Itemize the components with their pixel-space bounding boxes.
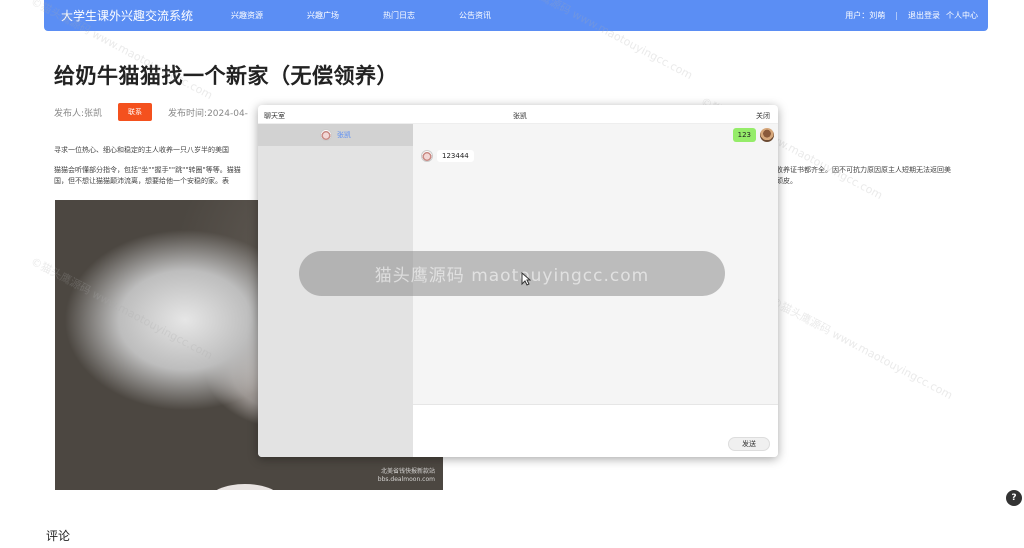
nav-menu: 兴趣资源 兴趣广场 热门日志 公告资讯 (231, 10, 535, 21)
nav-item-notices[interactable]: 公告资讯 (459, 10, 491, 21)
contact-button[interactable]: 联系 (118, 103, 153, 121)
contact-avatar (421, 150, 433, 162)
photo-watermark: 北美省钱快报新款站 bbs.dealmoon.com (378, 468, 435, 484)
send-button[interactable]: 发送 (728, 437, 770, 451)
article-paragraph: 寻求一位热心、细心和稳定的主人收养一只八岁半的美国 (54, 146, 229, 154)
contact-avatar (320, 129, 332, 141)
mouse-cursor-icon (521, 272, 531, 286)
article-title: 给奶牛猫猫找一个新家（无偿领养） (54, 64, 398, 88)
chat-input[interactable]: 发送 (413, 404, 778, 457)
chat-contact-item[interactable]: 张凯 (258, 124, 413, 146)
author-label: 发布人:张凯 (54, 108, 103, 119)
site-brand[interactable]: 大学生课外兴趣交流系统 (61, 7, 193, 24)
top-nav: 大学生课外兴趣交流系统 兴趣资源 兴趣广场 热门日志 公告资讯 用户：刘萌 | … (44, 0, 988, 31)
page: 大学生课外兴趣交流系统 兴趣资源 兴趣广场 热门日志 公告资讯 用户：刘萌 | … (0, 0, 1024, 548)
chat-header: 聊天室 张凯 关闭 (258, 105, 778, 124)
article-paragraph: 猫猫会听懂部分指令，包括"坐""握手""跳""转圈"等等。猫猫 (54, 166, 241, 174)
message-bubble: 123444 (437, 150, 474, 162)
comments-heading: 评论 (46, 529, 71, 543)
nav-item-square[interactable]: 兴趣广场 (307, 10, 339, 21)
contact-name: 张凯 (337, 131, 351, 139)
my-avatar (760, 128, 774, 142)
message-received: 123444 (421, 150, 474, 162)
help-icon[interactable]: ? (1006, 490, 1022, 506)
chat-close-button[interactable]: 关闭 (756, 111, 770, 121)
article-paragraph-tail: 顽皮。 (776, 177, 797, 185)
watermark: ©猫头鹰源码 www.maotouyingcc.com (768, 294, 955, 403)
chat-title: 聊天室 (264, 112, 285, 120)
user-area: 用户：刘萌 | 退出登录 个人中心 (835, 0, 978, 31)
watermark-banner: 猫头鹰源码 maotouyingcc.com (299, 251, 725, 296)
photo-watermark-line: bbs.dealmoon.com (377, 476, 435, 483)
user-label[interactable]: 用户：刘萌 (845, 10, 885, 21)
chat-partner-name: 张凯 (513, 112, 527, 120)
article-meta: 发布人:张凯 联系 发布时间:2024-04- (54, 103, 248, 121)
divider: | (895, 11, 898, 20)
logout-link[interactable]: 退出登录 (908, 10, 940, 21)
nav-item-logs[interactable]: 热门日志 (383, 10, 415, 21)
article-paragraph: 国，但不想让猫猫颠沛流离，想要给他一个安稳的家。表 (54, 177, 229, 185)
photo-watermark-line: 北美省钱快报新款站 (380, 468, 435, 475)
paw-shape (216, 484, 274, 490)
article-paragraph-tail: 收养证书都齐全。因不可抗力原因原主人短期无法返回美 (776, 166, 951, 174)
message-bubble: 123 (732, 128, 756, 142)
publish-time: 发布时间:2024-04- (168, 108, 248, 119)
message-sent: 123 (732, 128, 774, 142)
nav-item-resources[interactable]: 兴趣资源 (231, 10, 263, 21)
profile-link[interactable]: 个人中心 (946, 10, 978, 21)
